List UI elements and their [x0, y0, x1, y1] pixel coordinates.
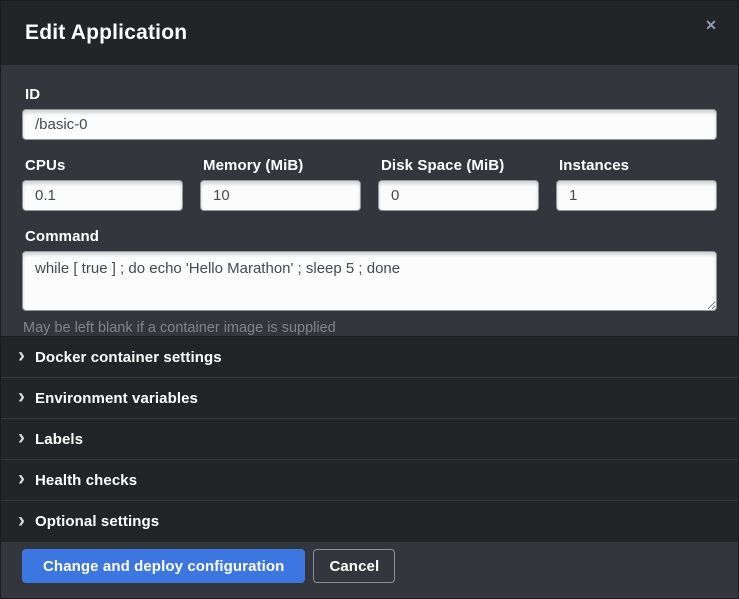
edit-application-modal: Edit Application ✕ ID CPUs Memory (MiB) … — [0, 0, 739, 599]
cancel-button[interactable]: Cancel — [313, 549, 395, 583]
disk-field-group: Disk Space (MiB) — [378, 157, 539, 211]
section-labels[interactable]: › Labels — [1, 419, 738, 460]
chevron-right-icon: › — [18, 468, 25, 489]
disk-input[interactable] — [378, 180, 539, 211]
chevron-right-icon: › — [18, 386, 25, 407]
instances-field-label: Instances — [559, 157, 717, 174]
chevron-right-icon: › — [18, 345, 25, 366]
chevron-right-icon: › — [18, 510, 25, 531]
close-button[interactable]: ✕ — [700, 14, 722, 36]
memory-field-label: Memory (MiB) — [203, 157, 361, 174]
instances-field-group: Instances — [556, 157, 717, 211]
chevron-right-icon: › — [18, 427, 25, 448]
modal-header: Edit Application ✕ — [1, 1, 738, 65]
command-help-text: May be left blank if a container image i… — [23, 320, 717, 336]
close-icon: ✕ — [705, 17, 717, 33]
id-field-label: ID — [25, 86, 717, 103]
section-label: Labels — [35, 431, 83, 448]
command-textarea[interactable]: while [ true ] ; do echo 'Hello Marathon… — [22, 251, 717, 311]
form-body: ID CPUs Memory (MiB) Disk Space (MiB) In… — [1, 65, 738, 336]
id-input[interactable] — [22, 109, 717, 140]
section-health-checks[interactable]: › Health checks — [1, 460, 738, 501]
command-field-label: Command — [25, 228, 717, 245]
modal-title: Edit Application — [25, 21, 187, 45]
section-label: Environment variables — [35, 390, 198, 407]
cpus-field-label: CPUs — [25, 157, 183, 174]
modal-footer: Change and deploy configuration Cancel — [1, 542, 738, 598]
section-docker-container-settings[interactable]: › Docker container settings — [1, 337, 738, 378]
resources-row: CPUs Memory (MiB) Disk Space (MiB) Insta… — [22, 157, 717, 211]
cpus-input[interactable] — [22, 180, 183, 211]
memory-field-group: Memory (MiB) — [200, 157, 361, 211]
id-field-group: ID — [22, 86, 717, 140]
change-and-deploy-button[interactable]: Change and deploy configuration — [22, 549, 305, 583]
memory-input[interactable] — [200, 180, 361, 211]
disk-field-label: Disk Space (MiB) — [381, 157, 539, 174]
section-environment-variables[interactable]: › Environment variables — [1, 378, 738, 419]
section-label: Docker container settings — [35, 349, 222, 366]
section-label: Optional settings — [35, 513, 159, 530]
cpus-field-group: CPUs — [22, 157, 183, 211]
collapsible-sections: › Docker container settings › Environmen… — [1, 336, 738, 542]
section-label: Health checks — [35, 472, 137, 489]
section-optional-settings[interactable]: › Optional settings — [1, 501, 738, 542]
instances-input[interactable] — [556, 180, 717, 211]
command-field-group: Command while [ true ] ; do echo 'Hello … — [22, 228, 717, 336]
